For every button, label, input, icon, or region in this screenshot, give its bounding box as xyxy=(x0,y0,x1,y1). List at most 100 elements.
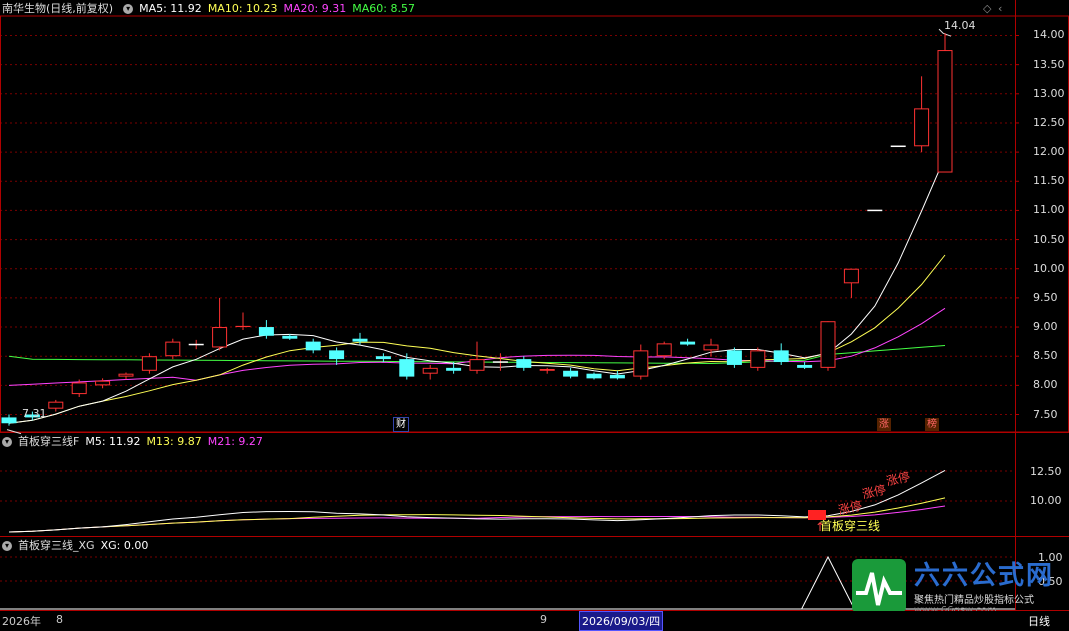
candle-body xyxy=(727,350,742,365)
candle-body xyxy=(938,51,952,172)
candle-body xyxy=(376,356,391,359)
candle-body xyxy=(306,342,321,351)
candle[interactable] xyxy=(844,269,858,298)
finance-marker[interactable]: 财 xyxy=(393,417,409,432)
candle[interactable] xyxy=(587,373,602,380)
main-ytick: 9.50 xyxy=(1033,291,1058,304)
ma10-label: MA10: 10.23 xyxy=(208,2,278,15)
period-button[interactable]: 日线 xyxy=(1028,613,1050,629)
panel2-ytick-1: 12.50 xyxy=(1030,465,1062,478)
candle-body xyxy=(119,374,133,376)
candle-body xyxy=(96,381,110,385)
panel2-header: ▾首板穿三线FM5: 11.92M13: 9.87M21: 9.27 xyxy=(0,434,269,450)
candle-body xyxy=(353,339,368,342)
candlesticks[interactable] xyxy=(2,33,953,425)
candle[interactable] xyxy=(119,373,133,380)
ma5-line xyxy=(9,157,945,424)
candle-body xyxy=(213,328,227,347)
cursor-date: 2026/09/03/四 xyxy=(579,611,663,631)
main-ytick: 10.00 xyxy=(1033,262,1065,275)
main-ytick: 14.00 xyxy=(1033,28,1065,41)
candle[interactable] xyxy=(96,378,110,388)
collapse-icon[interactable]: ▾ xyxy=(2,437,12,447)
candle-body xyxy=(610,375,625,378)
panel3-header: ▾ 首板穿三线_XG XG: 0.00 xyxy=(0,538,154,554)
candle-body xyxy=(915,109,929,146)
stock-name: 南华生物(日线,前复权) xyxy=(2,2,113,15)
candle[interactable] xyxy=(540,368,554,374)
candle[interactable] xyxy=(821,321,835,371)
logo-slogan: 聚焦热门精品炒股指标公式 xyxy=(914,591,1034,606)
candle-body xyxy=(844,269,858,283)
xg-label: XG: 0.00 xyxy=(101,539,149,552)
candle[interactable] xyxy=(2,415,17,426)
candle-body xyxy=(142,357,156,371)
candle[interactable] xyxy=(470,342,484,374)
candle-body xyxy=(587,374,602,379)
candle[interactable] xyxy=(213,298,227,350)
main-ytick: 13.50 xyxy=(1033,58,1065,71)
candle-body xyxy=(680,342,695,345)
kline-chart[interactable] xyxy=(0,0,1069,629)
ranking-marker[interactable]: 榜 xyxy=(925,418,939,431)
ma60-label: MA60: 8.57 xyxy=(352,2,415,15)
candle[interactable] xyxy=(938,33,952,172)
candle-body xyxy=(399,359,414,376)
candle-body xyxy=(423,368,437,373)
ma5-label: MA5: 11.92 xyxy=(139,2,202,15)
candle[interactable] xyxy=(166,339,180,359)
candle-body xyxy=(49,402,63,408)
main-ytick: 13.00 xyxy=(1033,87,1065,100)
candle-body xyxy=(563,371,578,377)
chevron-left-icon[interactable]: ‹ xyxy=(998,2,1002,15)
diamond-icon[interactable]: ◇ xyxy=(983,2,991,15)
candle[interactable] xyxy=(423,365,437,380)
main-ytick: 8.00 xyxy=(1033,378,1058,391)
candle[interactable] xyxy=(915,76,929,152)
candle[interactable] xyxy=(376,353,391,362)
candle[interactable] xyxy=(49,400,63,412)
candle[interactable] xyxy=(142,353,156,373)
candle-body xyxy=(704,345,718,350)
candle[interactable] xyxy=(774,343,789,365)
high-price-label: 14.04 xyxy=(944,19,976,32)
candle-body xyxy=(751,351,765,367)
watermark-logo: 六六公式网 聚焦热门精品炒股指标公式 www.66gsw.com xyxy=(850,555,1060,617)
month-label-8: 8 xyxy=(56,613,63,626)
main-ytick: 9.00 xyxy=(1033,320,1058,333)
logo-name: 六六公式网 xyxy=(914,555,1054,592)
candle-body xyxy=(259,327,274,336)
panel-frames xyxy=(0,0,1069,611)
candle[interactable] xyxy=(329,347,344,364)
main-ytick: 10.50 xyxy=(1033,233,1065,246)
candle[interactable] xyxy=(516,356,531,371)
collapse-icon[interactable]: ▾ xyxy=(2,541,12,551)
main-ytick: 12.50 xyxy=(1033,116,1065,129)
candle[interactable] xyxy=(610,371,625,380)
candle[interactable] xyxy=(189,340,204,349)
panel3-title: 首板穿三线_XG xyxy=(18,539,95,552)
candle-body xyxy=(540,370,554,371)
month-label-9: 9 xyxy=(540,613,547,626)
collapse-icon[interactable]: ▾ xyxy=(123,4,133,14)
candle[interactable] xyxy=(797,362,812,369)
candle[interactable] xyxy=(751,347,765,370)
candle[interactable] xyxy=(563,368,578,378)
candle[interactable] xyxy=(306,339,321,354)
main-ytick: 7.50 xyxy=(1033,408,1058,421)
limit-up-marker[interactable]: 涨 xyxy=(877,418,891,431)
candle[interactable] xyxy=(680,339,695,346)
candle[interactable] xyxy=(399,353,414,379)
main-ytick: 11.50 xyxy=(1033,174,1065,187)
candle[interactable] xyxy=(634,345,648,380)
ma10-line xyxy=(9,255,945,423)
year-label: 2026年 xyxy=(2,613,41,629)
candle[interactable] xyxy=(727,347,742,367)
m13-label: M13: 9.87 xyxy=(147,435,202,448)
main-ytick: 12.00 xyxy=(1033,145,1065,158)
panel2-title: 首板穿三线F xyxy=(18,435,79,448)
candle-body xyxy=(634,351,648,376)
candle[interactable] xyxy=(236,312,250,329)
main-ytick: 8.50 xyxy=(1033,349,1058,362)
candle-body xyxy=(516,359,531,368)
